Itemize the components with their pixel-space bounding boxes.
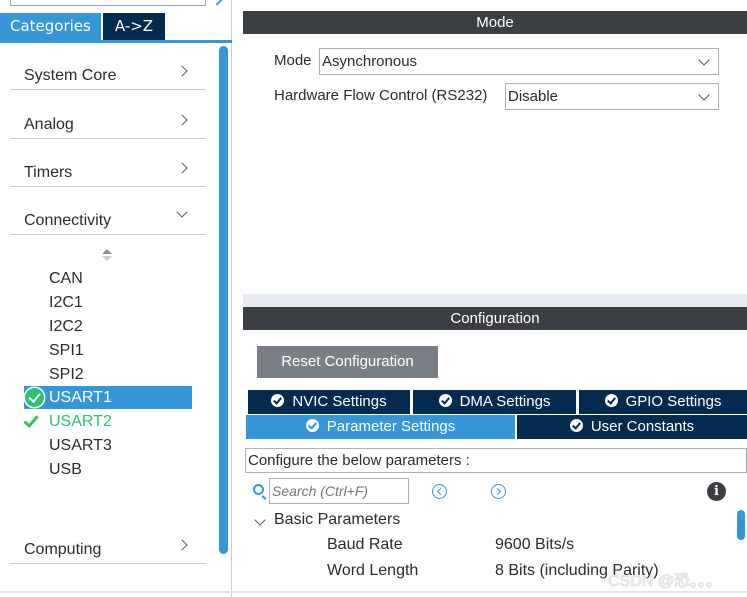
tab-nvic-settings[interactable]: NVIC Settings [248,390,410,414]
configuration-header: Configuration [243,307,747,330]
peripheral-spi2[interactable]: SPI2 [24,363,192,386]
left-tabs: Categories A->Z [0,13,165,40]
tab-a-to-z[interactable]: A->Z [103,13,165,40]
hw-flow-control-label: Hardware Flow Control (RS232) [274,87,488,104]
check-circle-icon [305,419,319,432]
tab-categories[interactable]: Categories [0,13,101,40]
check-circle-icon [569,419,583,432]
tab-label: User Constants [590,418,695,435]
param-value-baud-rate[interactable]: 9600 Bits/s [495,536,574,554]
category-label: Connectivity [24,212,112,229]
mode-label: Mode [274,52,312,69]
peripheral-usart2[interactable]: USART2 [23,410,192,433]
chevron-right-circle-icon[interactable] [491,484,506,499]
chevron-down-icon [176,206,188,218]
peripheral-label: I2C1 [49,294,83,311]
category-timers[interactable]: Timers [10,151,206,187]
tab-label: NVIC Settings [292,393,387,410]
left-scrollbar[interactable] [219,46,228,554]
peripheral-label: SPI1 [49,342,84,359]
check-circle-icon [271,394,285,407]
top-strip [243,0,747,10]
category-label: Computing [24,541,102,558]
tab-label: GPIO Settings [625,393,722,410]
param-name-word-length: Word Length [327,562,419,579]
check-circle-icon [25,388,44,407]
sort-icon[interactable] [101,249,113,263]
tab-label: Parameter Settings [326,418,456,435]
category-connectivity[interactable]: Connectivity [10,199,206,235]
group-basic-parameters[interactable]: Basic Parameters [274,511,400,529]
peripheral-label: SPI2 [49,366,84,383]
category-label: Timers [24,164,73,181]
chevron-right-icon [176,114,188,126]
peripheral-label: USART1 [49,389,112,406]
tab-underline [0,40,232,43]
tab-user-constants[interactable]: User Constants [517,415,747,439]
peripheral-usart3[interactable]: USART3 [24,434,192,457]
bottom-rule [0,591,747,593]
configuration-body: Reset Configuration NVIC Settings DMA Se… [243,330,747,597]
chevron-right-icon [176,65,188,77]
chevron-down-icon [698,54,710,66]
chevron-down-icon [698,89,710,101]
category-system-core[interactable]: System Core [10,54,206,90]
check-circle-icon [604,394,618,407]
peripheral-i2c2[interactable]: I2C2 [24,315,192,338]
chevron-left-circle-icon[interactable] [432,484,447,499]
mode-header: Mode [243,11,747,34]
config-scrollbar[interactable] [737,510,745,540]
panel-divider[interactable] [243,294,747,307]
peripheral-spi1[interactable]: SPI1 [24,339,192,362]
right-panel: Mode Mode Asynchronous Hardware Flow Con… [243,0,747,597]
category-search-input[interactable] [10,0,206,6]
collapse-arrow-icon[interactable] [211,0,223,6]
checkmark-icon [23,412,39,428]
peripheral-label: CAN [49,270,83,287]
category-label: System Core [24,67,117,84]
tab-label: DMA Settings [459,393,551,410]
peripheral-label: USART2 [49,413,112,430]
peripheral-label: USB [49,461,82,478]
tab-gpio-settings[interactable]: GPIO Settings [579,390,747,414]
peripheral-i2c1[interactable]: I2C1 [24,291,192,314]
left-panel: Categories A->Z System Core Analog Timer… [0,0,232,597]
category-analog[interactable]: Analog [10,103,206,139]
parameters-description: Configure the below parameters : [245,448,747,473]
mode-select[interactable]: Asynchronous [319,48,719,75]
search-input[interactable] [269,478,409,504]
search-icon [253,484,264,495]
chevron-right-icon [176,539,188,551]
peripheral-label: I2C2 [49,318,83,335]
peripheral-label: USART3 [49,437,112,454]
peripheral-usart1[interactable]: USART1 [24,386,192,409]
peripheral-can[interactable]: CAN [24,267,192,290]
mode-value: Asynchronous [322,53,418,70]
peripheral-usb[interactable]: USB [24,458,192,481]
chevron-right-icon [176,162,188,174]
category-label: Analog [24,116,74,133]
check-circle-icon [438,394,452,407]
info-icon[interactable]: i [707,482,726,501]
param-name-baud-rate: Baud Rate [327,536,403,553]
watermark: CSDN @恐。。。 [608,573,723,590]
chevron-down-icon[interactable] [254,514,266,526]
tab-dma-settings[interactable]: DMA Settings [413,390,576,414]
hw-flow-control-value: Disable [508,88,559,105]
tab-parameter-settings[interactable]: Parameter Settings [246,415,515,439]
category-computing[interactable]: Computing [10,528,206,564]
reset-configuration-button[interactable]: Reset Configuration [257,346,438,378]
mode-body: Mode Asynchronous Hardware Flow Control … [243,34,747,294]
hw-flow-control-select[interactable]: Disable [505,83,719,110]
